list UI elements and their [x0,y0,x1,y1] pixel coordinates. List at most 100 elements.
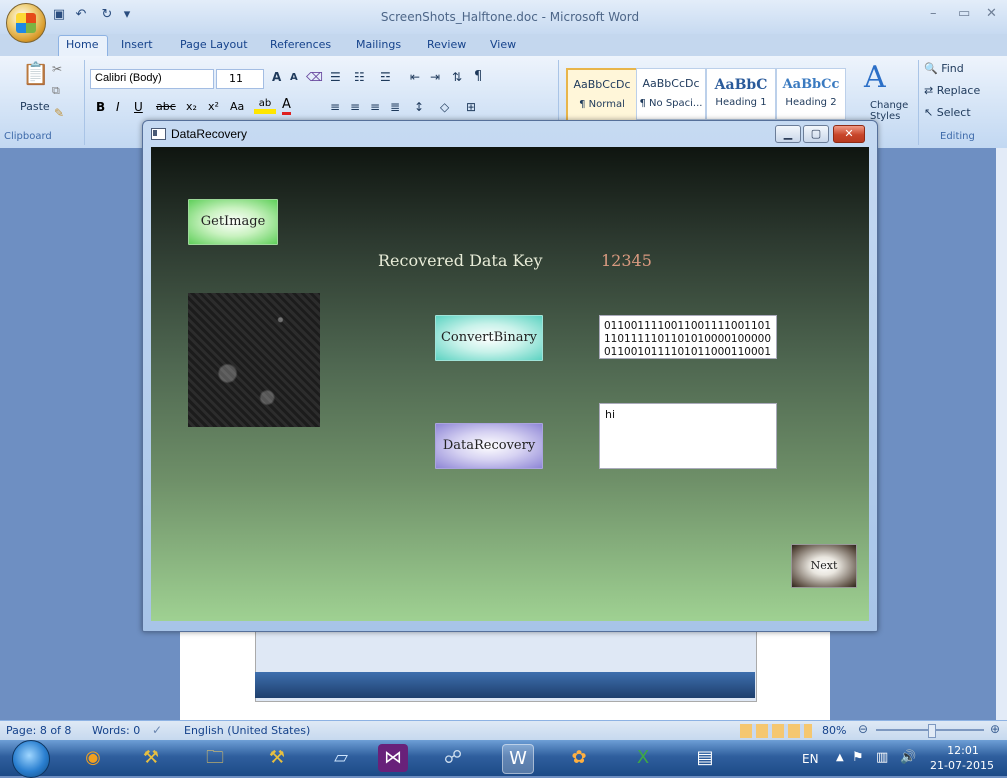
volume-icon[interactable]: 🔊 [900,750,916,765]
vertical-scrollbar[interactable] [996,148,1007,720]
style-no-spacing[interactable]: AaBbCcDc ¶ No Spaci... [636,68,706,120]
undo-icon[interactable]: ↶ [74,8,88,22]
dr-minimize-button[interactable]: ▁ [775,125,801,143]
recovered-key-value: 12345 [601,251,652,270]
cut-icon[interactable]: ✂ [52,62,62,76]
visual-studio-icon[interactable]: ⋈ [378,744,408,772]
clear-format-icon[interactable]: ⌫ [306,70,323,84]
page-count[interactable]: Page: 8 of 8 [6,724,71,737]
change-styles-icon[interactable]: A [864,60,886,95]
find-button[interactable]: 🔍 Find [924,62,964,75]
dr-close-button[interactable]: ✕ [833,125,865,143]
network-status-icon[interactable]: ▥ [876,750,888,765]
minimize-icon[interactable]: – [930,6,937,21]
start-button[interactable] [12,740,50,778]
tab-review[interactable]: Review [427,38,466,51]
select-button[interactable]: ↖ Select [924,106,971,119]
grow-font-icon[interactable]: A [272,70,281,84]
shrink-font-icon[interactable]: A [290,72,298,83]
borders-icon[interactable]: ⊞ [466,100,476,114]
redo-icon[interactable]: ↻ [100,8,114,22]
font-name-box[interactable]: Calibri (Body) [90,69,214,89]
italic-icon[interactable]: I [116,100,120,114]
bullets-icon[interactable]: ☰ [330,70,341,84]
calculator-icon[interactable]: ▤ [690,744,720,772]
replace-button[interactable]: ⇄ Replace [924,84,980,97]
view-buttons[interactable] [740,724,812,738]
font-size-box[interactable]: 11 [216,69,264,89]
proofing-icon[interactable]: ✓ [152,723,162,737]
chrome-icon[interactable]: ◉ [78,744,108,772]
show-formatting-icon[interactable]: ¶ [474,69,482,84]
language-status[interactable]: English (United States) [184,724,310,737]
superscript-icon[interactable]: x² [208,100,219,113]
office-button[interactable] [6,3,46,43]
style-sample: AaBbCcDc [642,77,700,90]
tab-mailings[interactable]: Mailings [356,38,401,51]
tab-insert[interactable]: Insert [121,38,153,51]
style-name: ¶ No Spaci... [639,98,703,109]
tab-view[interactable]: View [490,38,516,51]
zoom-level[interactable]: 80% [822,724,846,737]
tab-page-layout[interactable]: Page Layout [180,38,248,51]
input-language[interactable]: EN [802,752,819,766]
customize-qat-icon[interactable]: ▾ [120,8,134,22]
select-label: Select [936,106,971,119]
numbering-icon[interactable]: ☷ [354,70,365,84]
tab-references[interactable]: References [270,38,331,51]
change-case-icon[interactable]: Aa [230,100,244,113]
excel-icon[interactable]: X [628,744,658,772]
recovered-text-textbox[interactable]: hi [599,403,777,469]
getimage-button[interactable]: GetImage [188,199,278,245]
dr-maximize-button[interactable]: ▢ [803,125,829,143]
save-icon[interactable]: ▣ [52,8,66,22]
datarecovery-button[interactable]: DataRecovery [435,423,543,469]
justify-icon[interactable]: ≣ [390,100,400,114]
highlight-icon[interactable]: ab [254,98,276,114]
paste-icon[interactable]: 📋 [22,62,49,87]
datarecovery-titlebar[interactable]: DataRecovery ▁ ▢ ✕ [143,121,877,147]
align-right-icon[interactable]: ≡ [370,100,380,114]
word-icon[interactable]: W [502,744,534,774]
style-heading-2[interactable]: AaBbCc Heading 2 [776,68,846,120]
action-center-icon[interactable]: ⚑ [852,750,864,765]
close-icon[interactable]: ✕ [986,6,997,21]
bold-icon[interactable]: B [96,100,105,114]
style-normal[interactable]: AaBbCcDc ¶ Normal [566,68,638,122]
underline-icon[interactable]: U [134,100,143,114]
format-painter-icon[interactable]: ✎ [54,106,64,120]
network-icon[interactable]: ☍ [438,744,468,772]
clock-date[interactable]: 21-07-2015 [930,759,994,772]
paste-button[interactable]: Paste [20,100,50,113]
show-hidden-icons-icon[interactable]: ▲ [836,752,844,763]
multilevel-list-icon[interactable]: ☲ [380,70,391,84]
next-button[interactable]: Next [791,544,857,588]
zoom-out-icon[interactable]: ⊖ [858,722,868,736]
decrease-indent-icon[interactable]: ⇤ [410,70,420,84]
subscript-icon[interactable]: x₂ [186,100,197,113]
sort-icon[interactable]: ⇅ [452,70,462,84]
increase-indent-icon[interactable]: ⇥ [430,70,440,84]
word-count[interactable]: Words: 0 [92,724,140,737]
tool-icon[interactable]: ⚒ [136,744,166,772]
notepad-icon[interactable]: ▱ [326,744,356,772]
line-spacing-icon[interactable]: ↕ [414,100,424,114]
align-center-icon[interactable]: ≡ [350,100,360,114]
strikethrough-icon[interactable]: abc [156,100,176,113]
style-heading-1[interactable]: AaBbC Heading 1 [706,68,776,120]
paint-icon[interactable]: ✿ [564,744,594,772]
binary-output-textbox[interactable]: 0110011110011001111001101110111110110101… [599,315,777,359]
folder-icon[interactable]: 🗀 [200,744,230,772]
tool-icon[interactable]: ⚒ [262,744,292,772]
shading-icon[interactable]: ◇ [440,100,449,114]
zoom-in-icon[interactable]: ⊕ [990,722,1000,736]
clock-time[interactable]: 12:01 [938,744,988,757]
copy-icon[interactable]: ⧉ [52,84,60,98]
convertbinary-button[interactable]: ConvertBinary [435,315,543,361]
tab-home[interactable]: Home [66,38,98,51]
align-left-icon[interactable]: ≡ [330,100,340,114]
zoom-slider-thumb[interactable] [928,724,936,738]
restore-icon[interactable]: ▭ [958,6,970,21]
font-color-icon[interactable]: A [282,98,291,115]
change-styles-button[interactable]: Change Styles [870,100,910,122]
